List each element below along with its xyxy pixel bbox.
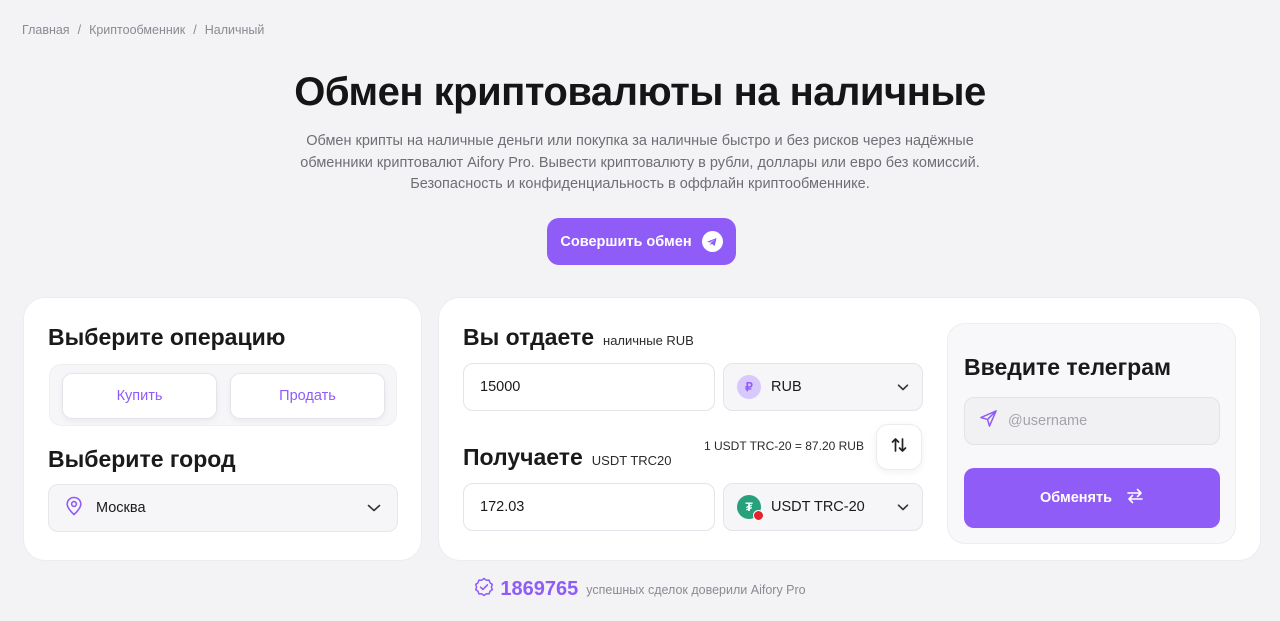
breadcrumb-crypto-exchanger[interactable]: Криптообменник <box>89 23 185 37</box>
breadcrumb: Главная / Криптообменник / Наличный <box>22 23 264 37</box>
tron-badge-icon <box>753 510 764 521</box>
breadcrumb-separator: / <box>77 23 82 37</box>
sell-button[interactable]: Продать <box>230 373 385 419</box>
operation-toggle: Купить Продать <box>49 364 397 426</box>
location-pin-icon <box>65 496 83 520</box>
receive-label-row: Получаете USDT TRC20 <box>463 444 672 471</box>
breadcrumb-home[interactable]: Главная <box>22 23 70 37</box>
city-select[interactable]: Москва <box>48 484 398 532</box>
swap-arrows-icon <box>1126 488 1144 508</box>
chevron-down-icon <box>897 499 909 515</box>
swap-currencies-button[interactable] <box>876 424 922 470</box>
page-subtitle: Обмен крипты на наличные деньги или поку… <box>290 131 990 196</box>
breadcrumb-current: Наличный <box>204 23 265 37</box>
receive-hint: USDT TRC20 <box>591 453 672 468</box>
page-title: Обмен криптовалюты на наличные <box>294 70 986 114</box>
give-currency-select[interactable]: ₽ RUB <box>723 363 923 411</box>
give-hint: наличные RUB <box>603 333 694 348</box>
subtitle-line: Обмен крипты на наличные деньги или поку… <box>306 133 974 149</box>
send-icon <box>979 409 998 433</box>
deals-count: 1869765 <box>500 578 579 600</box>
trust-line: 1869765 успешных сделок доверили Aifory … <box>0 577 1280 602</box>
buy-button[interactable]: Купить <box>62 373 217 419</box>
operation-title: Выберите операцию <box>48 324 286 350</box>
city-value: Москва <box>96 500 146 516</box>
make-exchange-button[interactable]: Совершить обмен <box>547 218 736 265</box>
receive-currency-label: USDT TRC-20 <box>771 499 865 515</box>
city-title: Выберите город <box>48 446 236 472</box>
deals-text: успешных сделок доверили Aifory Pro <box>586 582 806 597</box>
telegram-username-input[interactable] <box>1008 413 1205 429</box>
receive-amount-input[interactable]: 172.03 <box>463 483 715 531</box>
make-exchange-label: Совершить обмен <box>560 233 692 250</box>
telegram-field[interactable] <box>964 397 1220 445</box>
exchange-submit-label: Обменять <box>1039 490 1113 506</box>
breadcrumb-separator: / <box>193 23 197 37</box>
exchange-rate: 1 USDT TRC-20 = 87.20 RUB <box>704 439 864 453</box>
subtitle-line: Безопасность и конфиденциальность в оффл… <box>410 176 870 192</box>
verified-badge-icon <box>474 577 494 602</box>
give-currency-label: RUB <box>771 379 802 395</box>
exchange-card: Вы отдаете наличные RUB 15000 ₽ RUB 1 US… <box>438 297 1261 561</box>
give-title: Вы отдаете <box>463 324 595 350</box>
receive-currency-select[interactable]: ₮ USDT TRC-20 <box>723 483 923 531</box>
operation-city-card: Выберите операцию Купить Продать Выберит… <box>23 297 422 561</box>
telegram-title: Введите телеграм <box>964 354 1172 380</box>
telegram-panel: Введите телеграм Обменять <box>947 323 1236 544</box>
give-label-row: Вы отдаете наличные RUB <box>463 324 694 351</box>
swap-vertical-icon <box>890 436 908 459</box>
chevron-down-icon <box>897 379 909 395</box>
telegram-icon <box>701 231 723 252</box>
ruble-coin-icon: ₽ <box>737 375 761 399</box>
give-amount-input[interactable]: 15000 <box>463 363 715 411</box>
tether-coin-icon: ₮ <box>737 495 764 521</box>
receive-title: Получаете <box>463 444 583 470</box>
exchange-submit-button[interactable]: Обменять <box>964 468 1220 528</box>
chevron-down-icon <box>367 500 381 516</box>
subtitle-line: обменники криптовалют Aifory Pro. Вывест… <box>300 154 980 171</box>
